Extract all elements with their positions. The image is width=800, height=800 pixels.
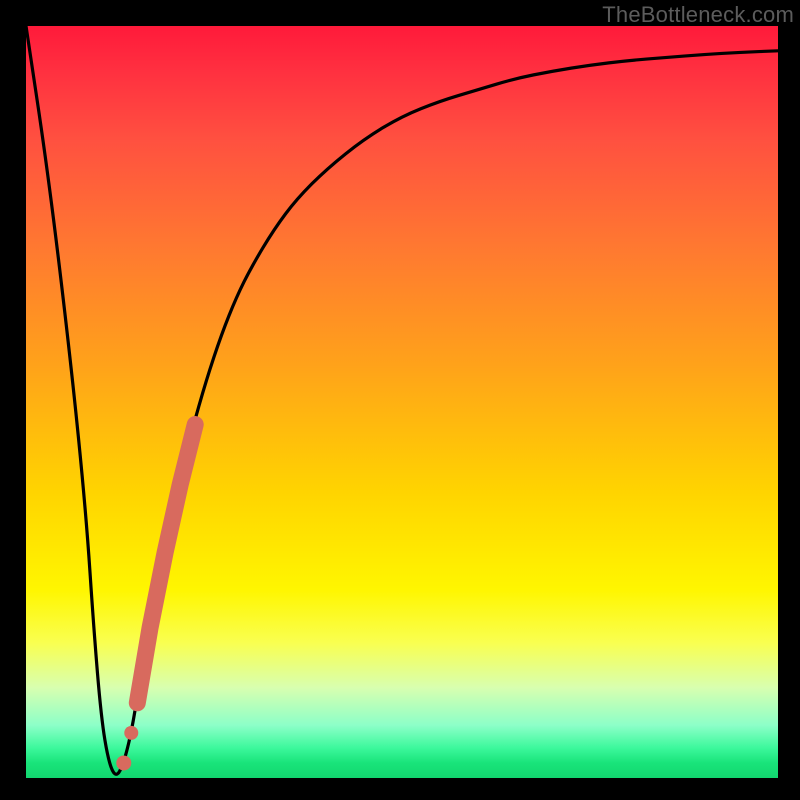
highlight-segment [137, 425, 195, 703]
watermark-text: TheBottleneck.com [602, 2, 794, 28]
plot-area [26, 26, 778, 778]
bottleneck-chart [26, 26, 778, 778]
chart-frame: TheBottleneck.com [0, 0, 800, 800]
highlight-dot [116, 755, 131, 770]
highlight-dot [124, 726, 138, 740]
